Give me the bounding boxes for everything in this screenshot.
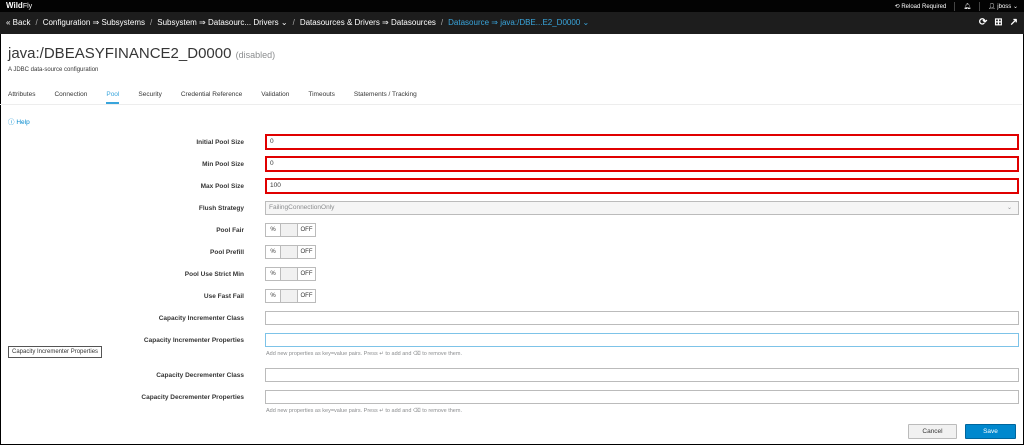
tab-statements-tracking[interactable]: Statements / Tracking xyxy=(354,91,417,104)
help-label: Help xyxy=(16,119,30,126)
brand-logo[interactable]: WildFly xyxy=(6,1,32,10)
datasource-name: java:/DBEASYFINANCE2_D0000 xyxy=(8,45,232,62)
properties-hint: Add new properties as key=value pairs. P… xyxy=(266,408,462,414)
field-label: Pool Prefill xyxy=(210,249,244,256)
field-label: Capacity Decrementer Class xyxy=(156,372,244,379)
tab-bar: Attributes Connection Pool Security Cred… xyxy=(8,91,436,104)
chevron-down-icon: ⌄ xyxy=(1006,205,1012,211)
field-label: Use Fast Fail xyxy=(203,293,244,300)
form-row-pool-prefill: Pool Prefill % OFF xyxy=(0,243,1024,263)
masthead-actions: ⟲ Reload Required 🔔︎ 👤︎ jboss ⌄ xyxy=(895,2,1018,11)
form-row-capacity-incrementer-properties: Capacity Incrementer Properties xyxy=(0,331,1024,351)
page-subtitle: A JDBC data-source configuration xyxy=(8,67,99,73)
form-row-capacity-decrementer-properties: Capacity Decrementer Properties xyxy=(0,388,1024,408)
tab-pool[interactable]: Pool xyxy=(106,91,120,104)
switch-on-label: % xyxy=(266,246,281,258)
form-row-initial-pool-size: Initial Pool Size 0 xyxy=(0,133,1024,153)
use-fast-fail-toggle[interactable]: % OFF xyxy=(265,289,316,303)
switch-on-label: % xyxy=(266,224,281,236)
form-row-capacity-decrementer-class: Capacity Decrementer Class xyxy=(0,366,1024,386)
notifications-icon[interactable]: 🔔︎ xyxy=(963,3,971,10)
masthead: WildFly ⟲ Reload Required 🔔︎ 👤︎ jboss ⌄ xyxy=(0,0,1024,12)
user-menu[interactable]: 👤︎ jboss ⌄ xyxy=(988,3,1018,10)
page-title: java:/DBEASYFINANCE2_D0000 (disabled) xyxy=(8,45,275,62)
hierarchy-icon[interactable]: ⊞ xyxy=(994,17,1002,28)
tab-attributes[interactable]: Attributes xyxy=(8,91,35,104)
divider xyxy=(978,2,980,11)
switch-knob xyxy=(281,290,298,302)
form-row-flush-strategy: Flush Strategy FailingConnectionOnly ⌄ xyxy=(0,199,1024,219)
divider xyxy=(954,2,956,11)
form-row-pool-use-strict-min: Pool Use Strict Min % OFF xyxy=(0,265,1024,285)
external-link-icon[interactable]: ↗ xyxy=(1010,17,1018,28)
pool-prefill-toggle[interactable]: % OFF xyxy=(265,245,316,259)
tab-validation[interactable]: Validation xyxy=(261,91,289,104)
tab-credential-reference[interactable]: Credential Reference xyxy=(181,91,242,104)
help-link[interactable]: ⓘ Help xyxy=(8,116,30,126)
tab-timeouts[interactable]: Timeouts xyxy=(308,91,335,104)
capacity-incrementer-properties-input[interactable] xyxy=(265,333,1019,347)
breadcrumb-item-configuration[interactable]: Configuration ⇒ Subsystems xyxy=(43,18,145,27)
capacity-decrementer-class-input[interactable] xyxy=(265,368,1019,382)
status-label: (disabled) xyxy=(235,50,276,60)
breadcrumb-item-subsystem[interactable]: Subsystem ⇒ Datasourc... Drivers ⌄ xyxy=(157,18,287,27)
field-label: Initial Pool Size xyxy=(196,139,244,146)
switch-on-label: % xyxy=(266,268,281,280)
field-label: Flush Strategy xyxy=(198,205,244,212)
max-pool-size-input[interactable]: 100 xyxy=(265,178,1019,194)
cancel-button[interactable]: Cancel xyxy=(908,424,957,439)
field-label: Max Pool Size xyxy=(200,183,244,190)
breadcrumb: « Back / Configuration ⇒ Subsystems / Su… xyxy=(6,18,589,27)
switch-knob xyxy=(281,246,298,258)
field-label: Min Pool Size xyxy=(202,161,244,168)
tab-divider xyxy=(0,104,1022,105)
field-label: Capacity Incrementer Class xyxy=(158,315,244,322)
switch-knob xyxy=(281,268,298,280)
breadcrumb-separator: / xyxy=(35,18,38,27)
breadcrumb-separator: / xyxy=(150,18,153,27)
capacity-incrementer-class-input[interactable] xyxy=(265,311,1019,325)
switch-knob xyxy=(281,224,298,236)
field-label: Pool Use Strict Min xyxy=(184,271,244,278)
breadcrumb-separator: / xyxy=(440,18,444,27)
breadcrumb-item-datasource[interactable]: Datasource ⇒ java:/DBE...E2_D0000 ⌄ xyxy=(448,18,589,27)
capacity-decrementer-properties-input[interactable] xyxy=(265,390,1019,404)
switch-off-label: OFF xyxy=(300,249,313,255)
form-row-use-fast-fail: Use Fast Fail % OFF xyxy=(0,287,1024,307)
breadcrumb-bar: « Back / Configuration ⇒ Subsystems / Su… xyxy=(0,12,1024,34)
tab-connection[interactable]: Connection xyxy=(54,91,87,104)
reload-required-button[interactable]: ⟲ Reload Required xyxy=(895,3,947,10)
form-row-capacity-incrementer-class: Capacity Incrementer Class xyxy=(0,309,1024,329)
field-label: Capacity Incrementer Properties xyxy=(143,337,244,344)
reload-label: Reload Required xyxy=(901,4,947,10)
back-link[interactable]: « Back xyxy=(6,18,30,27)
field-label: Pool Fair xyxy=(216,227,244,234)
pool-use-strict-min-toggle[interactable]: % OFF xyxy=(265,267,316,281)
switch-off-label: OFF xyxy=(300,271,313,277)
flush-strategy-value: FailingConnectionOnly xyxy=(269,204,335,211)
pool-fair-toggle[interactable]: % OFF xyxy=(265,223,316,237)
user-name: jboss xyxy=(997,4,1012,10)
flush-strategy-select[interactable]: FailingConnectionOnly ⌄ xyxy=(265,201,1019,215)
switch-off-label: OFF xyxy=(300,293,313,299)
form-row-min-pool-size: Min Pool Size 0 xyxy=(0,155,1024,175)
tooltip: Capacity Incrementer Properties xyxy=(8,346,103,358)
breadcrumb-tools: ⟳ ⊞ ↗ xyxy=(979,17,1018,28)
help-icon: ⓘ xyxy=(8,119,15,126)
switch-on-label: % xyxy=(266,290,281,302)
initial-pool-size-input[interactable]: 0 xyxy=(265,134,1019,150)
field-label: Capacity Decrementer Properties xyxy=(141,394,244,401)
refresh-icon[interactable]: ⟳ xyxy=(979,17,987,28)
properties-hint: Add new properties as key=value pairs. P… xyxy=(266,351,462,357)
form-row-pool-fair: Pool Fair % OFF xyxy=(0,221,1024,241)
breadcrumb-separator: / xyxy=(292,18,295,27)
min-pool-size-input[interactable]: 0 xyxy=(265,156,1019,172)
save-button[interactable]: Save xyxy=(965,424,1016,439)
tab-security[interactable]: Security xyxy=(138,91,161,104)
breadcrumb-item-datasources[interactable]: Datasources & Drivers ⇒ Datasources xyxy=(300,18,436,27)
form-row-max-pool-size: Max Pool Size 100 xyxy=(0,177,1024,197)
switch-off-label: OFF xyxy=(300,227,313,233)
